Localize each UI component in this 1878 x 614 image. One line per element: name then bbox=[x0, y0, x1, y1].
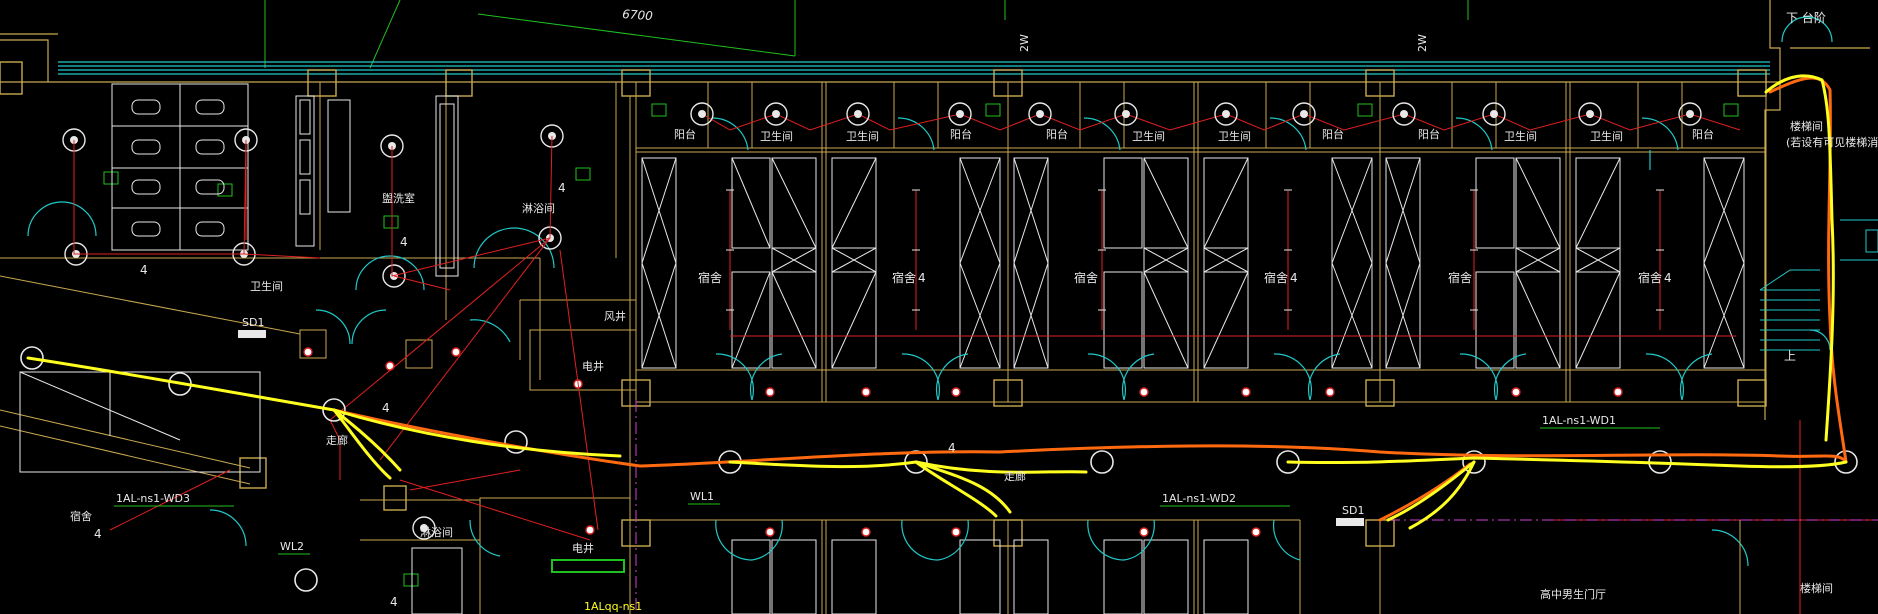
dorm-label-1: 宿舍 bbox=[698, 270, 722, 285]
wiring-left bbox=[73, 135, 1878, 614]
balcony-label: 阳台 bbox=[950, 127, 972, 141]
outer-wall-top bbox=[0, 0, 1870, 420]
panel-bottom-label: 1ALqq-ns1 bbox=[584, 600, 642, 613]
cad-floor-plan: 6700 宿舍 宿舍 4 宿舍 宿舍 4 宿舍 宿舍 4 阳台 卫生间 卫生间 … bbox=[0, 0, 1878, 614]
bath-label: 卫生间 bbox=[846, 129, 879, 143]
count-label: 4 bbox=[140, 263, 148, 277]
room-wash: 盥洗室 bbox=[382, 191, 415, 205]
dorm-label-6: 宿舍 bbox=[1638, 270, 1662, 285]
count-label: 4 bbox=[382, 401, 390, 415]
structural-columns bbox=[0, 61, 1767, 547]
circuit-wd2-label: 1AL-ns1-WD2 bbox=[1162, 492, 1236, 505]
dorm-label-4: 宿舍 bbox=[1264, 270, 1288, 285]
circuit-wd3-label: 1AL-ns1-WD3 bbox=[116, 492, 190, 505]
grid-lines bbox=[264, 0, 1469, 69]
mark-2w: 2W bbox=[1018, 34, 1031, 52]
sockets bbox=[303, 347, 1623, 537]
balcony-label: 阳台 bbox=[1322, 127, 1344, 141]
bath-label: 卫生间 bbox=[760, 129, 793, 143]
left-doors bbox=[27, 16, 1833, 567]
bath-label: 卫生间 bbox=[1218, 129, 1251, 143]
count-label: 4 bbox=[948, 441, 956, 455]
walkway-label: 走廊 bbox=[326, 433, 348, 447]
room-toilet-left: 卫生间 bbox=[250, 279, 283, 293]
panel-sd1-right: SD1 bbox=[1342, 504, 1364, 517]
panel-bottom-box bbox=[551, 559, 625, 573]
balcony-label: 阳台 bbox=[1692, 127, 1714, 141]
balcony-label: 阳台 bbox=[1046, 127, 1068, 141]
door-swings-top bbox=[711, 117, 1713, 401]
room-shaft-wind: 风井 bbox=[604, 309, 626, 323]
room-shower-bottom: 淋浴间 bbox=[420, 526, 453, 539]
dorm-count-2: 4 bbox=[918, 271, 926, 285]
balcony-label: 阳台 bbox=[674, 127, 696, 141]
toilet-stalls bbox=[19, 83, 463, 614]
bath-label: 卫生间 bbox=[1504, 129, 1537, 143]
fire-note-line1: 楼梯间 bbox=[1790, 119, 1823, 133]
dorm-label-5: 宿舍 bbox=[1448, 270, 1472, 285]
circuit-wl2-label: WL2 bbox=[280, 540, 304, 553]
count-label: 4 bbox=[558, 181, 566, 195]
dorm-count-6: 4 bbox=[1664, 271, 1672, 285]
count-label: 4 bbox=[400, 235, 408, 249]
room-shower: 淋浴间 bbox=[522, 202, 555, 215]
room-dorm-bottom-left: 宿舍 bbox=[70, 509, 92, 523]
panel-sd1-right-box bbox=[1336, 518, 1364, 526]
window-strip-top bbox=[58, 61, 1770, 75]
dimension-6700: 6700 bbox=[622, 7, 654, 23]
balcony-label: 阳台 bbox=[1418, 127, 1440, 141]
room-hall: 高中男生门厅 bbox=[1540, 587, 1606, 601]
walkway-label-2: 走廊 bbox=[1004, 469, 1026, 483]
stair bbox=[1759, 219, 1878, 351]
panel-sd1-left: SD1 bbox=[242, 316, 264, 329]
dorm-label-2: 宿舍 bbox=[892, 270, 916, 285]
room-shaft-elec-bottom: 电井 bbox=[572, 541, 594, 555]
highlight-yellow-route bbox=[26, 74, 1848, 530]
dorm-count-4: 4 bbox=[1290, 271, 1298, 285]
count-label: 4 bbox=[390, 595, 398, 609]
panel-sd1-left-box bbox=[238, 330, 266, 338]
ceiling-lights-left bbox=[62, 124, 564, 540]
fire-note-line2: (若设有可见楼梯消防 bbox=[1786, 135, 1878, 149]
wiring-top-dorms bbox=[701, 113, 1741, 337]
stair-label: 下 台阶 bbox=[1786, 10, 1826, 25]
count-label: 4 bbox=[94, 527, 102, 541]
bath-label: 卫生间 bbox=[1590, 129, 1623, 143]
room-shaft-elec-top: 电井 bbox=[582, 359, 604, 373]
room-corner: 楼梯间 bbox=[1800, 581, 1833, 595]
bath-label: 卫生间 bbox=[1132, 129, 1165, 143]
circuit-wd1-label: 1AL-ns1-WD1 bbox=[1542, 414, 1616, 427]
exhaust-fans bbox=[103, 103, 1739, 587]
ceiling-lights-top bbox=[690, 102, 1702, 126]
dorm-furniture-bottom bbox=[731, 539, 1249, 614]
mark-2w: 2W bbox=[1416, 34, 1429, 52]
stair-up-label: 上 bbox=[1784, 349, 1796, 363]
dorm-label-3: 宿舍 bbox=[1074, 270, 1098, 285]
circuit-wl1-label: WL1 bbox=[690, 490, 714, 503]
